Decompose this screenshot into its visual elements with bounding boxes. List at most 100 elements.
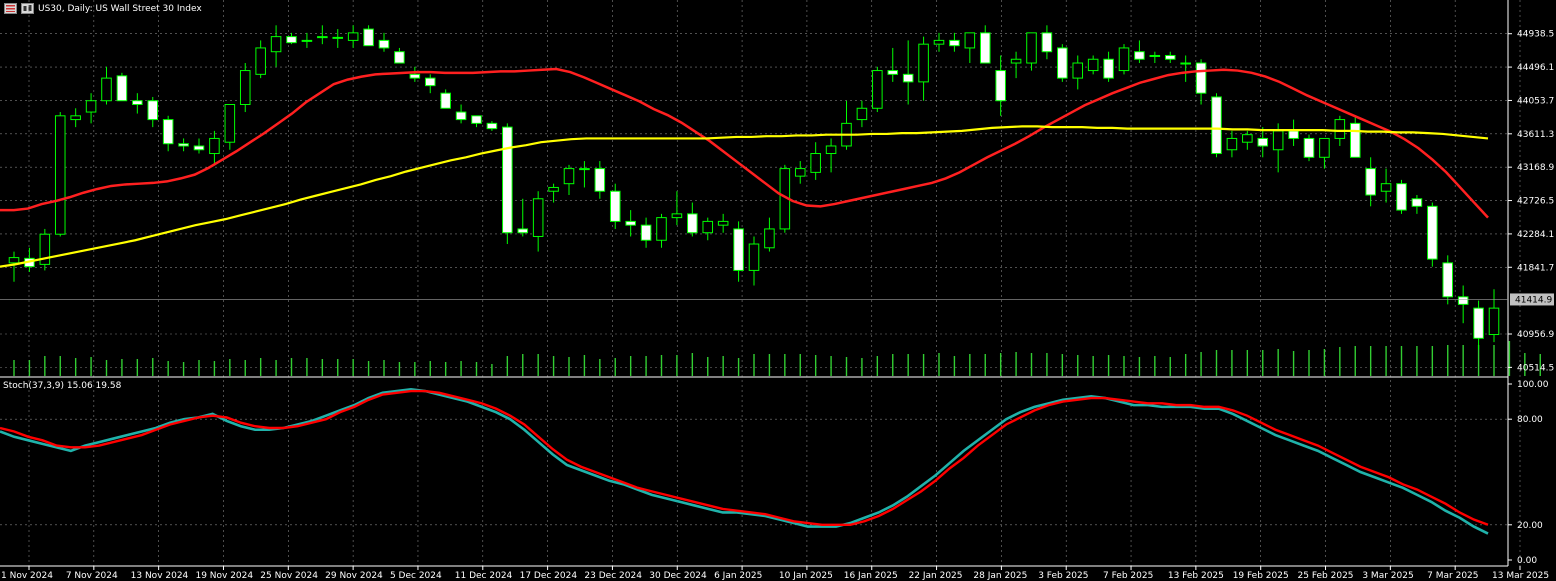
x-tick-label: 25 Nov 2024 — [260, 571, 318, 581]
candle-body — [424, 77, 436, 87]
candle-body — [872, 70, 883, 109]
candle-body — [1226, 137, 1238, 151]
candle-body — [717, 220, 729, 226]
x-tick-label: 7 Nov 2024 — [66, 571, 118, 581]
candle-body — [440, 92, 451, 109]
y-tick-label: 40956.9 — [1517, 330, 1554, 340]
candle-body — [671, 213, 683, 219]
candle-body — [1457, 296, 1469, 305]
x-tick-label: 6 Jan 2025 — [714, 571, 762, 581]
candle-body — [317, 36, 328, 39]
candle-body — [656, 217, 667, 241]
candle-body — [563, 168, 575, 185]
candle-body — [1396, 183, 1407, 211]
candle-body — [332, 36, 344, 39]
x-tick-label: 25 Feb 2025 — [1298, 571, 1354, 581]
candle-body — [1442, 262, 1454, 298]
candle-body — [162, 119, 174, 145]
candle-body — [517, 228, 529, 234]
candle-body — [748, 243, 760, 271]
y-tick-label: 43611.3 — [1517, 130, 1554, 140]
x-tick-label: 3 Mar 2025 — [1362, 571, 1413, 581]
candle-body — [733, 228, 744, 271]
stoch-tick-label: 80.00 — [1517, 415, 1543, 425]
candle-body — [825, 145, 837, 155]
candle-body — [70, 115, 81, 121]
axes: 44938.5 44496.1 44053.7 43611.3 43168.9 42726… — [0, 0, 1554, 581]
x-tick-label: 29 Nov 2024 — [325, 571, 383, 581]
candle-body — [85, 100, 97, 113]
x-tick-label: 13 Feb 2025 — [1168, 571, 1224, 581]
candle-body — [1427, 205, 1438, 260]
x-tick-label: 13 Nov 2024 — [131, 571, 189, 581]
candle-body — [193, 145, 205, 151]
candle-body — [1026, 32, 1037, 64]
y-tick-label: 42726.5 — [1517, 197, 1554, 207]
candle-body — [409, 73, 421, 79]
candle-body — [286, 36, 297, 44]
candle-body — [455, 111, 467, 121]
candle-body — [1365, 168, 1376, 196]
candle-body — [609, 190, 621, 222]
candle-body — [687, 213, 698, 234]
x-tick-label: 5 Dec 2024 — [390, 571, 442, 581]
candle-body — [1349, 122, 1361, 158]
stoch-tick-label: 20.00 — [1517, 521, 1543, 531]
stoch-tick-label: 0.00 — [1517, 556, 1537, 566]
candle-body — [1118, 47, 1130, 72]
candle-body — [1303, 137, 1315, 158]
candle-body — [224, 104, 236, 143]
candle-body — [979, 32, 991, 64]
x-tick-label: 28 Jan 2025 — [973, 571, 1027, 581]
x-tick-label: 3 Feb 2025 — [1038, 571, 1088, 581]
candle-body — [532, 198, 544, 237]
candle-body — [887, 70, 899, 75]
candle-body — [394, 51, 405, 64]
candle-body — [486, 122, 498, 130]
price-chart[interactable]: 44938.5 44496.1 44053.7 43611.3 43168.9 42726… — [0, 0, 1556, 581]
candle-body — [1257, 137, 1269, 147]
x-tick-label: 30 Dec 2024 — [649, 571, 707, 581]
candle-body — [1041, 32, 1053, 53]
y-tick-label: 41841.7 — [1517, 263, 1554, 273]
candle-body — [1272, 130, 1284, 151]
candle-body — [54, 115, 66, 235]
candle-body — [1319, 137, 1330, 158]
x-tick-label: 7 Mar 2025 — [1427, 571, 1478, 581]
candle-body — [147, 100, 159, 121]
candle-body — [640, 224, 652, 241]
x-tick-label: 11 Dec 2024 — [455, 571, 513, 581]
candle-body — [1149, 54, 1161, 57]
candlesticks — [8, 25, 1500, 350]
candle-body — [794, 168, 806, 177]
x-tick-label: 1 Nov 2024 — [1, 571, 53, 581]
candle-body — [1473, 307, 1484, 339]
candle-body — [378, 39, 390, 49]
volume-bars — [13, 341, 1541, 376]
candle-body — [1334, 119, 1346, 139]
y-tick-label: 44938.5 — [1517, 30, 1554, 40]
candle-body — [1380, 183, 1392, 192]
candle-body — [764, 228, 775, 249]
y-tick-label: 43168.9 — [1517, 163, 1554, 173]
candle-body — [132, 100, 143, 105]
moving-averages — [0, 67, 1489, 268]
x-tick-label: 16 Jan 2025 — [844, 571, 898, 581]
current-price-label: 41414.9 — [1515, 295, 1552, 305]
candle-body — [1411, 198, 1423, 207]
candle-body — [902, 73, 914, 83]
candle-body — [1488, 307, 1500, 336]
candle-body — [1057, 47, 1068, 79]
candle-body — [625, 220, 636, 226]
candle-body — [1195, 62, 1207, 94]
candle-body — [964, 32, 976, 49]
x-tick-label: 13 Mar 2025 — [1492, 571, 1549, 581]
stoch-tick-label: 100.00 — [1517, 380, 1549, 390]
x-tick-label: 10 Jan 2025 — [779, 571, 833, 581]
candle-body — [1180, 62, 1191, 65]
candle-body — [1087, 58, 1099, 72]
candle-body — [1072, 62, 1084, 79]
candle-body — [502, 126, 513, 234]
candle-body — [1211, 96, 1222, 155]
candle-body — [1288, 130, 1299, 139]
